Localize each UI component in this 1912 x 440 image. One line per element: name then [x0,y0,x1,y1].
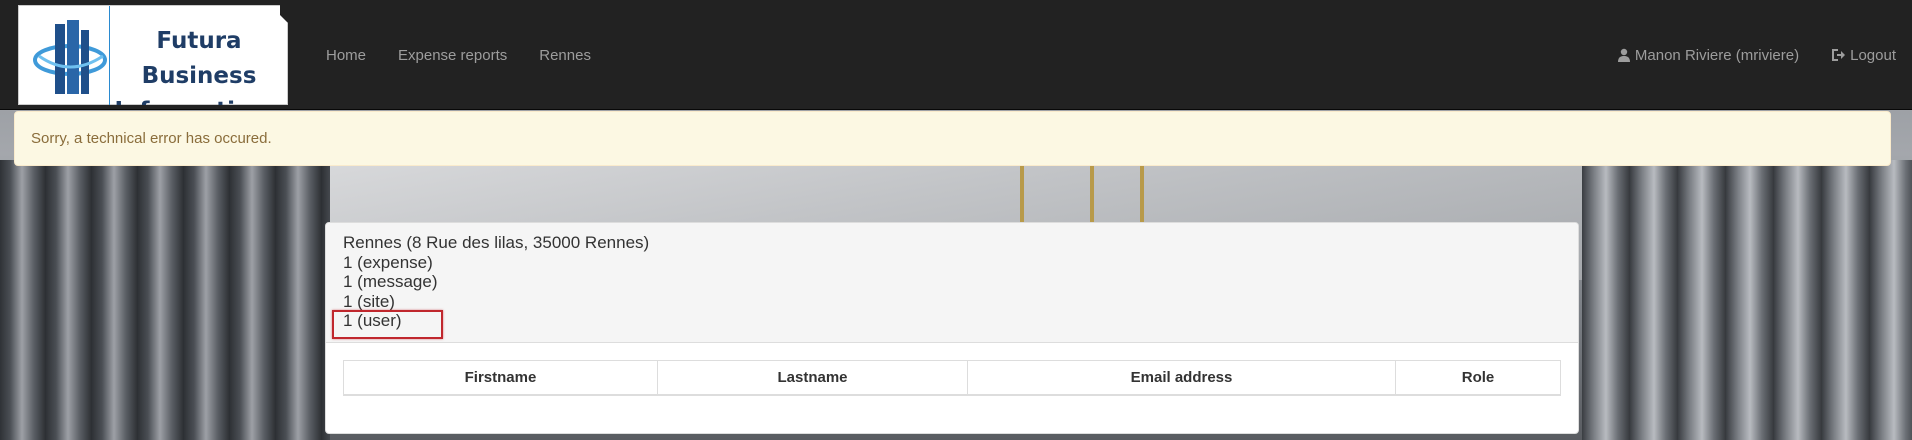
user-icon [1617,48,1630,62]
logo-divider [109,6,110,105]
column-header-email[interactable]: Email address [967,360,1396,396]
brand-logo[interactable]: Futura Business Informatique [18,5,288,105]
users-table-header-row: Firstname Lastname Email address Role [343,360,1561,396]
error-alert-message: Sorry, a technical error has occured. [31,130,272,147]
background-rod [1090,160,1094,230]
user-nav: Manon Riviere (mriviere) Logout [1601,0,1912,110]
site-count-link[interactable]: 1 (site) [343,292,1561,312]
logout-icon [1832,49,1846,61]
logout-link[interactable]: Logout [1815,47,1912,64]
users-table: Firstname Lastname Email address Role [343,360,1561,396]
nav-expense-reports-link[interactable]: Expense reports [382,47,523,64]
column-header-firstname[interactable]: Firstname [343,360,658,396]
background-curtain-right [1582,160,1912,440]
building-logo-icon [33,20,107,94]
site-panel-heading: Rennes (8 Rue des lilas, 35000 Rennes) 1… [326,223,1578,343]
user-profile-link[interactable]: Manon Riviere (mriviere) [1601,47,1815,64]
highlight-box [332,310,443,339]
nav-rennes-link[interactable]: Rennes [523,47,607,64]
site-panel-body: Firstname Lastname Email address Role [326,343,1578,413]
site-panel: Rennes (8 Rue des lilas, 35000 Rennes) 1… [325,222,1579,434]
column-header-lastname[interactable]: Lastname [657,360,968,396]
background-curtain-left [0,160,330,440]
background-rod [1140,160,1144,230]
logout-label: Logout [1850,46,1896,64]
logo-text-line1: Futura Business [141,28,257,89]
main-nav: Home Expense reports Rennes [310,0,607,110]
column-header-role[interactable]: Role [1395,360,1561,396]
message-count-link[interactable]: 1 (message) [343,272,1561,292]
error-alert: Sorry, a technical error has occured. [14,111,1891,166]
expense-count-link[interactable]: 1 (expense) [343,253,1561,273]
user-count-row: 1 (user) [332,310,1561,339]
background-rod [1020,160,1024,230]
nav-home-link[interactable]: Home [310,47,382,64]
site-title: Rennes (8 Rue des lilas, 35000 Rennes) [343,233,650,252]
user-name-label: Manon Riviere (mriviere) [1634,46,1800,64]
navbar: Futura Business Informatique Home Expens… [0,0,1912,110]
